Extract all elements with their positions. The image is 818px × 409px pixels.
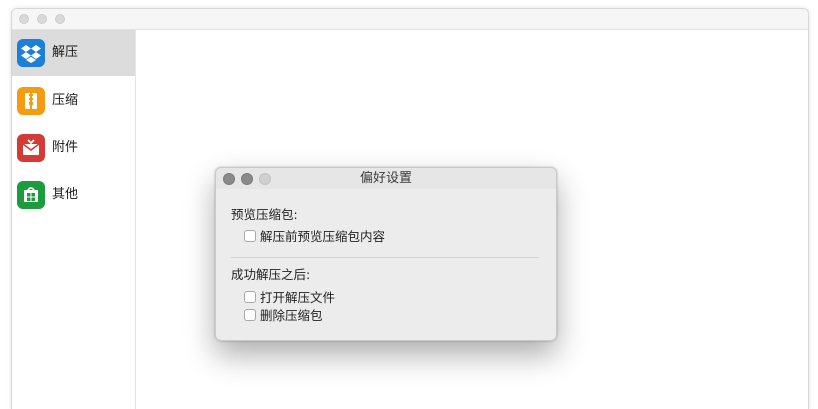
delete-archive-label: 删除压缩包 <box>260 308 323 323</box>
sidebar-item-extract[interactable]: 解压 <box>12 30 135 76</box>
dialog-title: 偏好设置 <box>359 171 412 186</box>
zoom-window-button[interactable] <box>55 14 65 24</box>
sidebar: 解压 压缩 附件 其他 <box>12 30 136 409</box>
sidebar-item-label: 其他 <box>52 187 79 202</box>
open-extracted-files-checkbox[interactable] <box>244 291 256 303</box>
sidebar-item-compress[interactable]: 压缩 <box>12 78 135 124</box>
sidebar-item-label: 附件 <box>52 140 79 155</box>
sidebar-item-other[interactable]: 其他 <box>12 172 135 218</box>
minimize-window-button[interactable] <box>37 14 47 24</box>
after-extract-section-label: 成功解压之后: <box>231 267 311 282</box>
preview-before-extract-checkbox[interactable] <box>244 230 256 242</box>
delete-archive-checkbox[interactable] <box>244 309 256 321</box>
sidebar-item-label: 解压 <box>52 45 79 60</box>
dialog-titlebar: 偏好设置 <box>216 168 556 189</box>
open-extracted-files-label: 打开解压文件 <box>260 290 336 305</box>
mail-attachment-icon <box>17 134 45 162</box>
box-icon <box>17 181 45 209</box>
sidebar-item-attachments[interactable]: 附件 <box>12 125 135 171</box>
preferences-dialog: 偏好设置 预览压缩包: 解压前预览压缩包内容 成功解压之后: 打开解压文件 删除… <box>215 167 557 341</box>
close-window-button[interactable] <box>19 14 29 24</box>
preview-section-label: 预览压缩包: <box>231 207 298 222</box>
window-titlebar <box>12 9 808 30</box>
preview-before-extract-label: 解压前预览压缩包内容 <box>260 229 386 244</box>
section-divider <box>231 257 539 258</box>
sidebar-item-label: 压缩 <box>52 93 79 108</box>
archive-icon <box>17 87 45 115</box>
dropbox-icon <box>17 39 45 67</box>
